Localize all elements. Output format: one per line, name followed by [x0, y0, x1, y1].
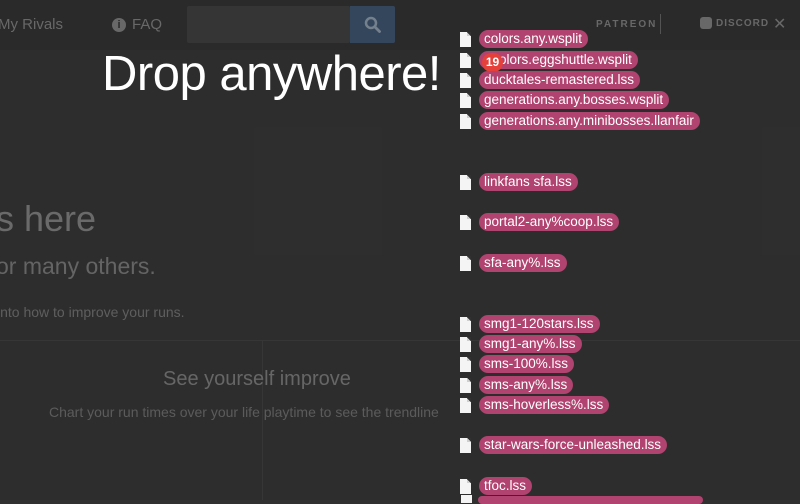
file-label: ducktales-remastered.lss — [479, 71, 641, 89]
dragged-file: sms-any%.lss — [460, 376, 574, 394]
file-label: generations.any.bosses.wsplit — [479, 91, 670, 109]
file-label: portal2-any%coop.lss — [479, 213, 620, 231]
file-label: smg1-120stars.lss — [479, 315, 600, 333]
file-label: sms-hoverless%.lss — [479, 396, 610, 414]
drop-title: Drop anywhere! — [102, 47, 441, 101]
file-label: star-wars-force-unleashed.lss — [479, 436, 668, 454]
file-label: sms-100%.lss — [479, 355, 575, 373]
dragged-file: sms-100%.lss — [460, 355, 575, 373]
dragged-file: tfoc.lss — [460, 477, 533, 495]
file-label: linkfans sfa.lss — [479, 173, 578, 191]
dragged-file: smg1-120stars.lss — [460, 315, 600, 333]
dragged-file: sms-hoverless%.lss — [460, 396, 610, 414]
file-label-partial — [478, 496, 703, 504]
file-icon — [460, 214, 471, 230]
file-icon — [460, 72, 471, 88]
dragged-file: smg1-any%.lss — [460, 335, 582, 353]
dragged-file: colors.any.wsplit — [460, 30, 589, 48]
file-icon — [460, 92, 471, 108]
dragged-file: sfa-any%.lss — [460, 254, 567, 272]
file-icon — [460, 255, 471, 271]
file-icon — [460, 437, 471, 453]
file-icon — [460, 336, 471, 352]
file-icon — [460, 397, 471, 413]
file-label: generations.any.minibosses.llanfair — [479, 112, 700, 130]
file-icon — [460, 478, 471, 494]
dragged-file: ducktales-remastered.lss — [460, 71, 641, 89]
dragged-file: generations.any.minibosses.llanfair — [460, 112, 700, 130]
file-icon — [460, 113, 471, 129]
file-label: sfa-any%.lss — [479, 254, 567, 272]
file-icon — [460, 174, 471, 190]
file-label: sms-any%.lss — [479, 376, 574, 394]
file-icon — [460, 316, 471, 332]
file-label: colors.any.wsplit — [479, 30, 589, 48]
file-label: tfoc.lss — [479, 477, 533, 495]
file-icon — [460, 356, 471, 372]
file-icon — [461, 495, 472, 503]
file-icon — [460, 377, 471, 393]
file-icon — [460, 52, 471, 68]
dragged-file: star-wars-force-unleashed.lss — [460, 436, 668, 454]
dragged-file: linkfans sfa.lss — [460, 173, 578, 191]
file-label: smg1-any%.lss — [479, 335, 582, 353]
file-count-badge: 19 — [482, 53, 503, 72]
file-icon — [460, 31, 471, 47]
dragged-file: portal2-any%coop.lss — [460, 213, 620, 231]
dragged-file: generations.any.bosses.wsplit — [460, 91, 670, 109]
